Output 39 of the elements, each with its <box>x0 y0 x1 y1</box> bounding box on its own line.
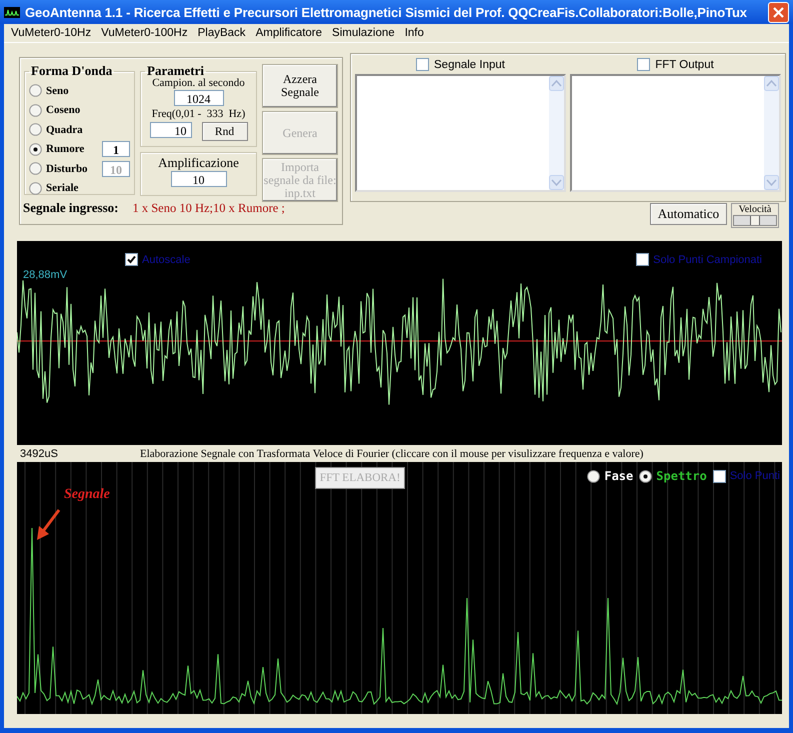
group-title: Forma D'onda <box>30 63 114 79</box>
input-field[interactable]: 10 <box>170 171 226 187</box>
checkbox-label: FFT Output <box>655 58 714 70</box>
menu-item[interactable]: Simulazione <box>327 27 400 39</box>
signal-value: 1 x Seno 10 Hz;10 x Rumore ; <box>132 200 285 216</box>
annotation-label: Segnale <box>64 487 110 503</box>
input-field[interactable]: 1024 <box>174 90 224 106</box>
menu-item[interactable]: VuMeter0-10Hz <box>6 27 96 39</box>
radio-label: Rumore <box>46 143 86 156</box>
field-label: Campion. al secondo <box>151 77 246 89</box>
speed-label: Velocità <box>738 204 772 215</box>
time-label: 3492uS <box>19 448 59 460</box>
radio-label: Seno <box>46 84 70 97</box>
fft-caption: Elaborazione Segnale con Trasformata Veloce di Fourier (cliccare con il mouse per visulizzare frequenza e valore) <box>140 448 644 460</box>
menu-item[interactable]: VuMeter0-100Hz <box>96 27 193 39</box>
action-button[interactable]: Azzera Segnale <box>262 64 338 108</box>
input-field[interactable]: 10 <box>150 122 192 138</box>
checkbox-label: Solo Punti <box>730 470 780 482</box>
signal-label: Segnale ingresso: <box>23 200 118 216</box>
checkbox-label: Solo Punti Campionati <box>653 254 762 266</box>
random-button[interactable]: Rnd <box>202 122 248 141</box>
automatic-button[interactable]: Automatico <box>650 203 727 225</box>
input-field[interactable]: 1 <box>102 141 130 158</box>
checkbox-label: Segnale Input <box>434 58 505 70</box>
group-title: Parametri <box>146 63 206 78</box>
radio-label: Seriale <box>46 182 80 194</box>
group-title: Amplificazione <box>157 155 240 171</box>
field-label: Freq(0,01 - 333 Hz) <box>150 108 246 120</box>
menu-item[interactable]: Info <box>400 27 429 39</box>
scale-label: 28,88mV <box>23 269 68 281</box>
checkbox-label: Autoscale <box>142 254 190 266</box>
radio-label: Quadra <box>46 124 84 136</box>
menu-item[interactable]: PlayBack <box>192 27 251 39</box>
radio-label: Coseno <box>46 104 82 116</box>
radio-label: Disturbo <box>46 162 89 175</box>
menu-item[interactable]: Amplificatore <box>250 27 328 39</box>
window-title: GeoAntenna 1.1 - Ricerca Effetti e Precursori Elettromagnetici Sismici del Prof. QQCreaFis.Collaboratori:Bolle,PinoTux <box>25 4 748 20</box>
radio-label: Spettro <box>656 469 707 483</box>
radio-label: Fase <box>604 469 634 483</box>
